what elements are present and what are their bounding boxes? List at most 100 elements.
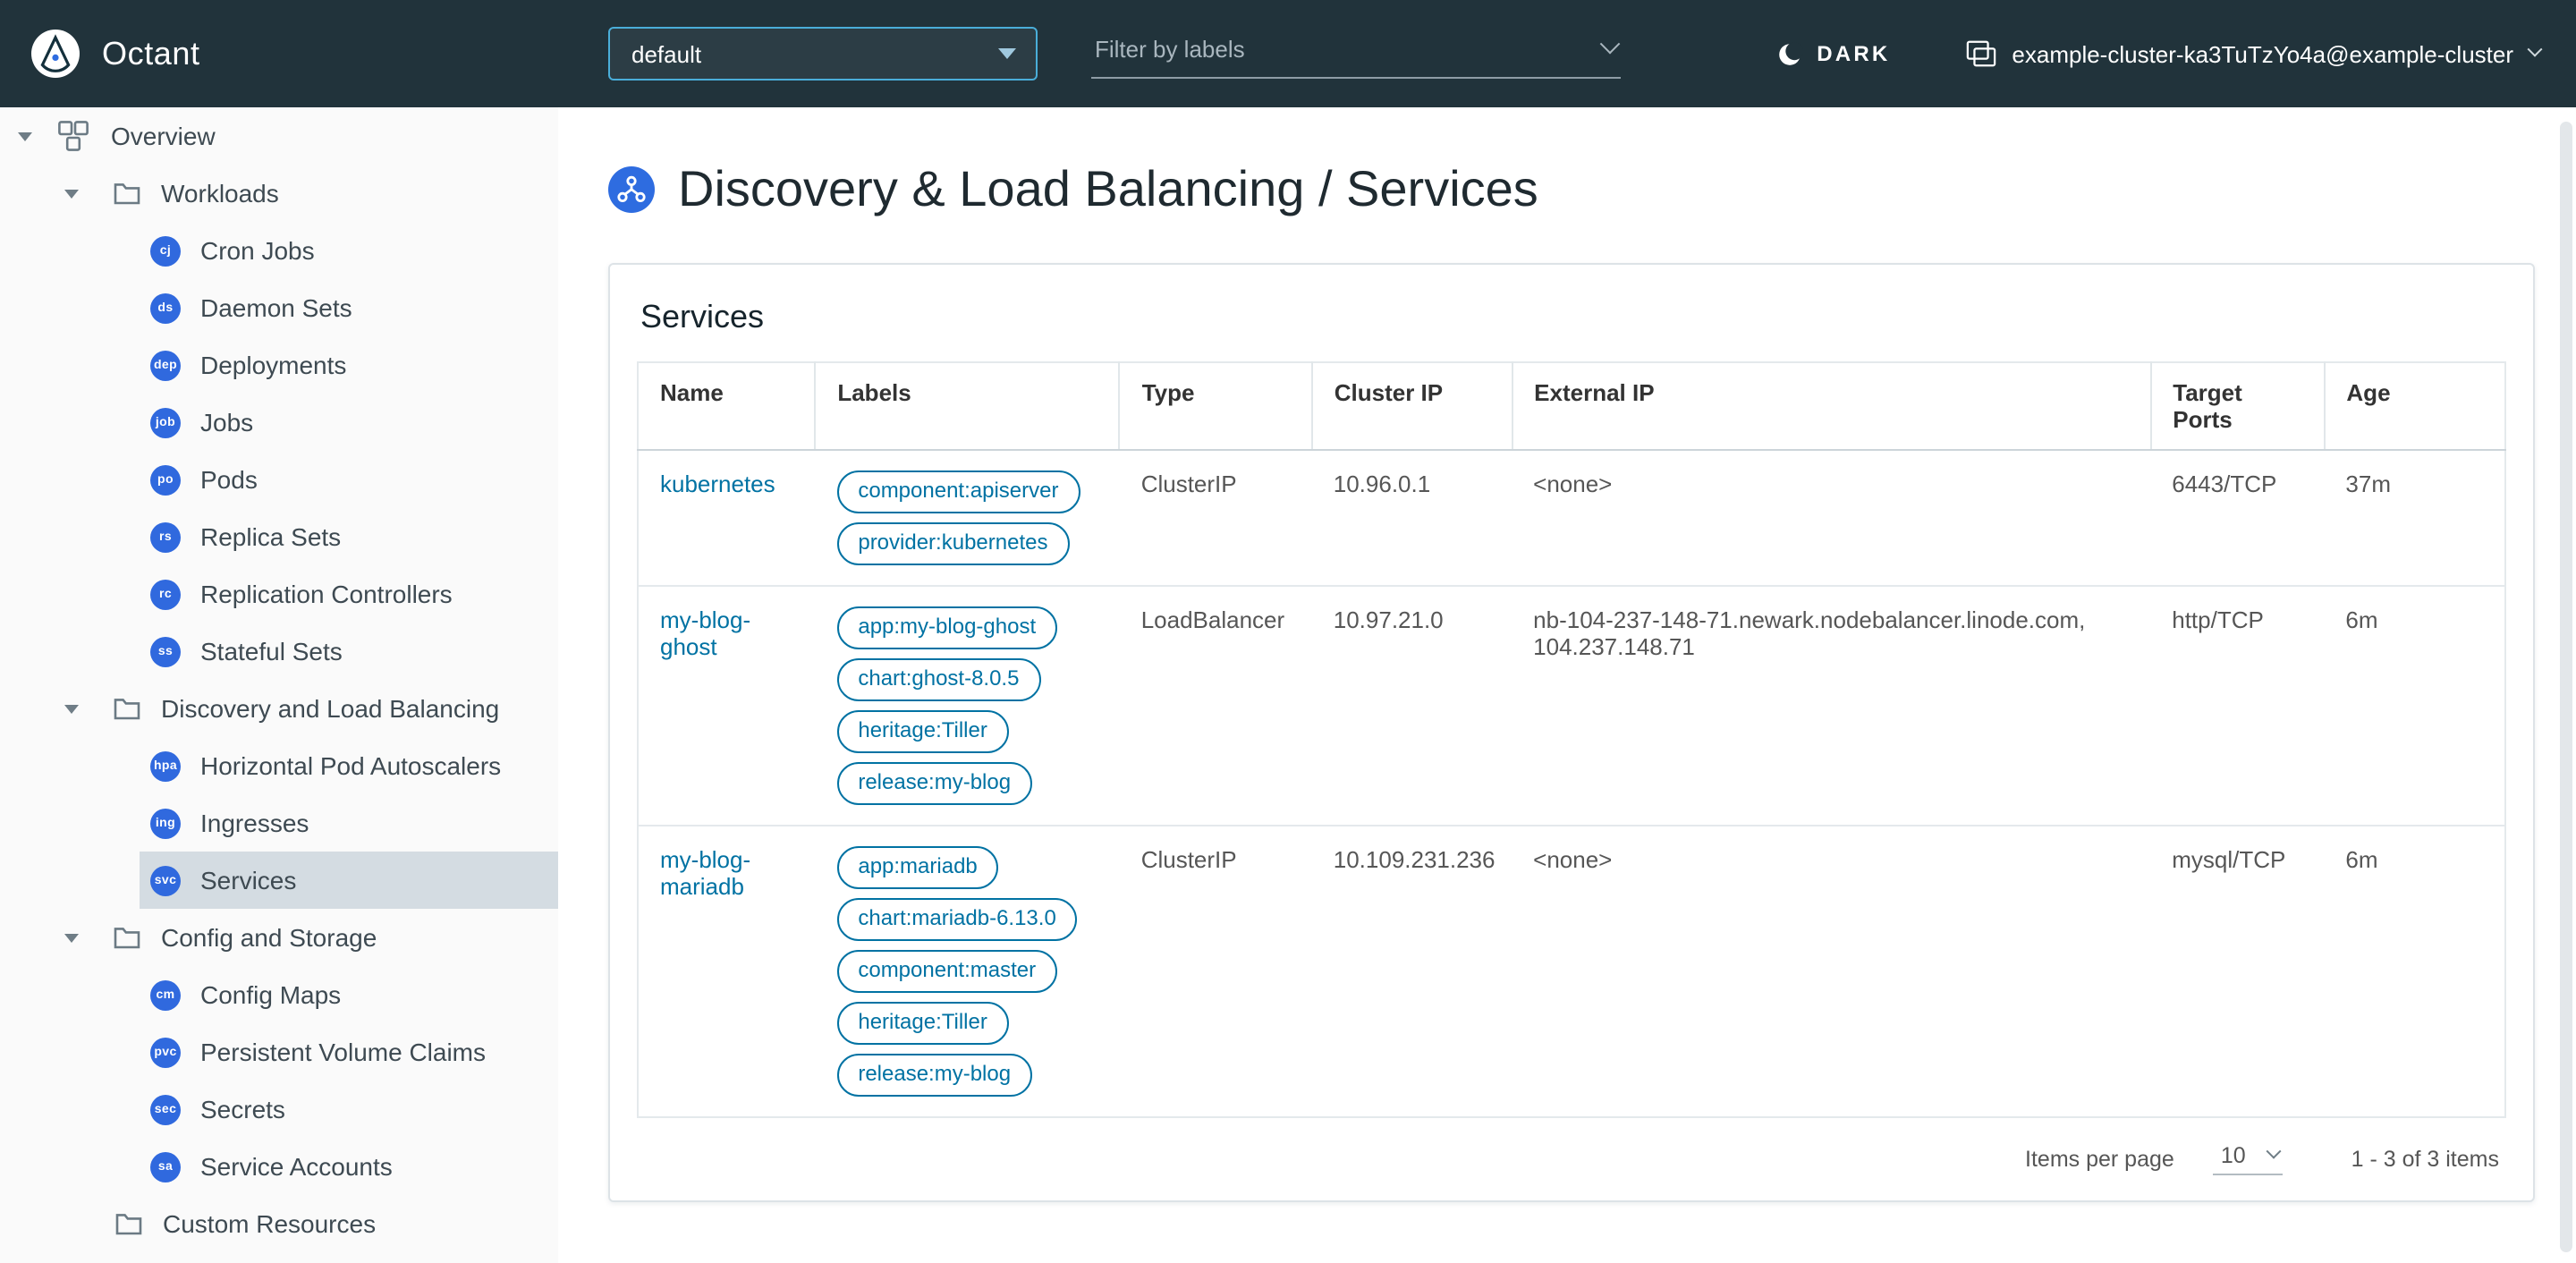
sidebar-group-config-and-storage[interactable]: Config and Storage	[0, 909, 558, 966]
column-header-age: Age	[2324, 362, 2505, 451]
cell-type: LoadBalancer	[1119, 586, 1312, 826]
collapse-chevron-icon[interactable]	[18, 131, 32, 140]
sidebar-item-replication-controllers[interactable]: rc Replication Controllers	[140, 565, 558, 623]
sidebar-item-label: Cron Jobs	[200, 236, 315, 265]
app-header: Octant default DARK	[0, 0, 2576, 107]
sidebar-item-label: Config Maps	[200, 980, 342, 1009]
sidebar-item-config-maps[interactable]: cm Config Maps	[140, 966, 558, 1023]
column-header-external-ip: External IP	[1512, 362, 2152, 451]
cronjob-icon: cj	[150, 235, 181, 266]
column-header-labels: Labels	[815, 362, 1121, 451]
label-badge[interactable]: chart:mariadb-6.13.0	[836, 898, 1078, 941]
sidebar-item-label: Ingresses	[200, 809, 309, 837]
cell-external-ip: <none>	[1512, 826, 2151, 1118]
collapse-chevron-icon[interactable]	[64, 933, 79, 942]
service-link[interactable]: kubernetes	[660, 470, 775, 497]
label-badge[interactable]: component:master	[836, 950, 1058, 993]
sidebar-item-label: Secrets	[200, 1095, 285, 1123]
label-badge[interactable]: provider:kubernetes	[836, 522, 1070, 565]
sidebar-item-overview[interactable]: Overview	[0, 107, 558, 165]
sidebar-item-label: Jobs	[200, 408, 254, 437]
label-badge[interactable]: component:apiserver	[836, 470, 1080, 513]
job-icon: job	[150, 407, 181, 437]
labels-stack: app:mariadb chart:mariadb-6.13.0 compone…	[836, 846, 1097, 1097]
sidebar-item-label: Stateful Sets	[200, 637, 343, 665]
cell-type: ClusterIP	[1119, 450, 1312, 587]
label-badge[interactable]: app:my-blog-ghost	[836, 606, 1058, 649]
pvc-icon: pvc	[150, 1037, 181, 1067]
cell-external-ip: nb-104-237-148-71.newark.nodebalancer.li…	[1512, 586, 2151, 826]
column-header-type: Type	[1119, 362, 1313, 451]
configmap-icon: cm	[150, 979, 181, 1010]
label-badge[interactable]: app:mariadb	[836, 846, 999, 889]
cluster-icon	[1965, 39, 1996, 68]
sidebar-group-discovery-and-load-balancing[interactable]: Discovery and Load Balancing	[0, 680, 558, 737]
sidebar-group-workloads[interactable]: Workloads	[0, 165, 558, 222]
service-icon: svc	[150, 865, 181, 895]
label-badge[interactable]: chart:ghost-8.0.5	[836, 658, 1041, 701]
label-badge[interactable]: release:my-blog	[836, 762, 1033, 805]
sidebar-item-label: Daemon Sets	[200, 293, 352, 322]
app-title: Octant	[102, 35, 200, 71]
sidebar-item-service-accounts[interactable]: sa Service Accounts	[140, 1138, 558, 1195]
chevron-down-icon	[2267, 1143, 2283, 1159]
sidebar-item-label: Replication Controllers	[200, 580, 453, 608]
service-link[interactable]: my-blog-mariadb	[660, 846, 750, 900]
cell-cluster-ip: 10.97.21.0	[1311, 586, 1513, 826]
column-header-target-ports: Target Ports	[2150, 362, 2326, 451]
context-selector[interactable]: example-cluster-ka3TuTzYo4a@example-clus…	[1965, 39, 2543, 68]
namespace-select[interactable]: default	[608, 27, 1038, 81]
services-card: Services Name Labels Type Cluster IP Ext…	[608, 263, 2535, 1202]
sidebar-item-deployments[interactable]: dep Deployments	[140, 336, 558, 394]
sidebar-group-custom-resources[interactable]: Custom Resources	[0, 1195, 558, 1252]
service-link[interactable]: my-blog-ghost	[660, 606, 750, 660]
label-badge[interactable]: heritage:Tiller	[836, 710, 1009, 753]
sidebar-item-ingresses[interactable]: ing Ingresses	[140, 794, 558, 852]
sidebar-item-replica-sets[interactable]: rs Replica Sets	[140, 508, 558, 565]
sidebar-item-secrets[interactable]: sec Secrets	[140, 1081, 558, 1138]
table-header-row: Name Labels Type Cluster IP External IP …	[638, 362, 2505, 451]
overview-icon	[57, 120, 89, 152]
vertical-scrollbar[interactable]	[2560, 122, 2572, 1252]
sidebar-item-label: Deployments	[200, 351, 347, 379]
table-row: my-blog-mariadb app:mariadb chart:mariad…	[638, 826, 2505, 1118]
chevron-down-icon[interactable]	[1599, 32, 1621, 54]
context-label: example-cluster-ka3TuTzYo4a@example-clus…	[2012, 40, 2513, 67]
service-account-icon: sa	[150, 1151, 181, 1182]
items-per-page-select[interactable]: 10	[2213, 1143, 2284, 1175]
label-badge[interactable]: heritage:Tiller	[836, 1002, 1009, 1045]
sidebar-item-label: Replica Sets	[200, 522, 342, 551]
cell-age: 37m	[2324, 450, 2505, 587]
page-title: Discovery & Load Balancing / Services	[678, 161, 1538, 216]
sidebar-item-cron-jobs[interactable]: cj Cron Jobs	[140, 222, 558, 279]
sidebar-item-daemon-sets[interactable]: ds Daemon Sets	[140, 279, 558, 336]
sidebar-item-label: Persistent Volume Claims	[200, 1038, 487, 1066]
label-filter	[1091, 29, 1621, 79]
card-title: Services	[640, 299, 765, 335]
labels-stack: component:apiserver provider:kubernetes	[836, 470, 1097, 565]
cell-cluster-ip: 10.109.231.236	[1311, 826, 1513, 1118]
sidebar-item-stateful-sets[interactable]: ss Stateful Sets	[140, 623, 558, 680]
theme-toggle-button[interactable]: DARK	[1765, 38, 1901, 69]
sidebar-item-persistent-volume-claims[interactable]: pvc Persistent Volume Claims	[140, 1023, 558, 1081]
collapse-chevron-icon[interactable]	[64, 704, 79, 713]
label-badge[interactable]: release:my-blog	[836, 1054, 1033, 1097]
sidebar-item-label: Services	[200, 866, 297, 894]
label-filter-input[interactable]	[1091, 33, 1589, 64]
table-row: kubernetes component:apiserver provider:…	[638, 450, 2505, 587]
moon-icon	[1775, 40, 1803, 67]
services-table: Name Labels Type Cluster IP External IP …	[637, 361, 2506, 1118]
sidebar-item-jobs[interactable]: job Jobs	[140, 394, 558, 451]
sidebar-item-label: Service Accounts	[200, 1152, 393, 1181]
sidebar-item-services[interactable]: svc Services	[140, 852, 558, 909]
sidebar-item-label: Config and Storage	[161, 923, 377, 952]
items-per-page-value: 10	[2220, 1143, 2246, 1168]
pagination-range: 1 - 3 of 3 items	[2351, 1147, 2499, 1172]
sidebar-item-pods[interactable]: po Pods	[140, 451, 558, 508]
sidebar-item-label: Workloads	[161, 179, 279, 208]
folder-icon	[113, 181, 141, 206]
main-content: Discovery & Load Balancing / Services Se…	[558, 107, 2576, 1263]
collapse-chevron-icon[interactable]	[64, 189, 79, 198]
cell-target-ports: mysql/TCP	[2150, 826, 2325, 1118]
sidebar-item-horizontal-pod-autoscalers[interactable]: hpa Horizontal Pod Autoscalers	[140, 737, 558, 794]
